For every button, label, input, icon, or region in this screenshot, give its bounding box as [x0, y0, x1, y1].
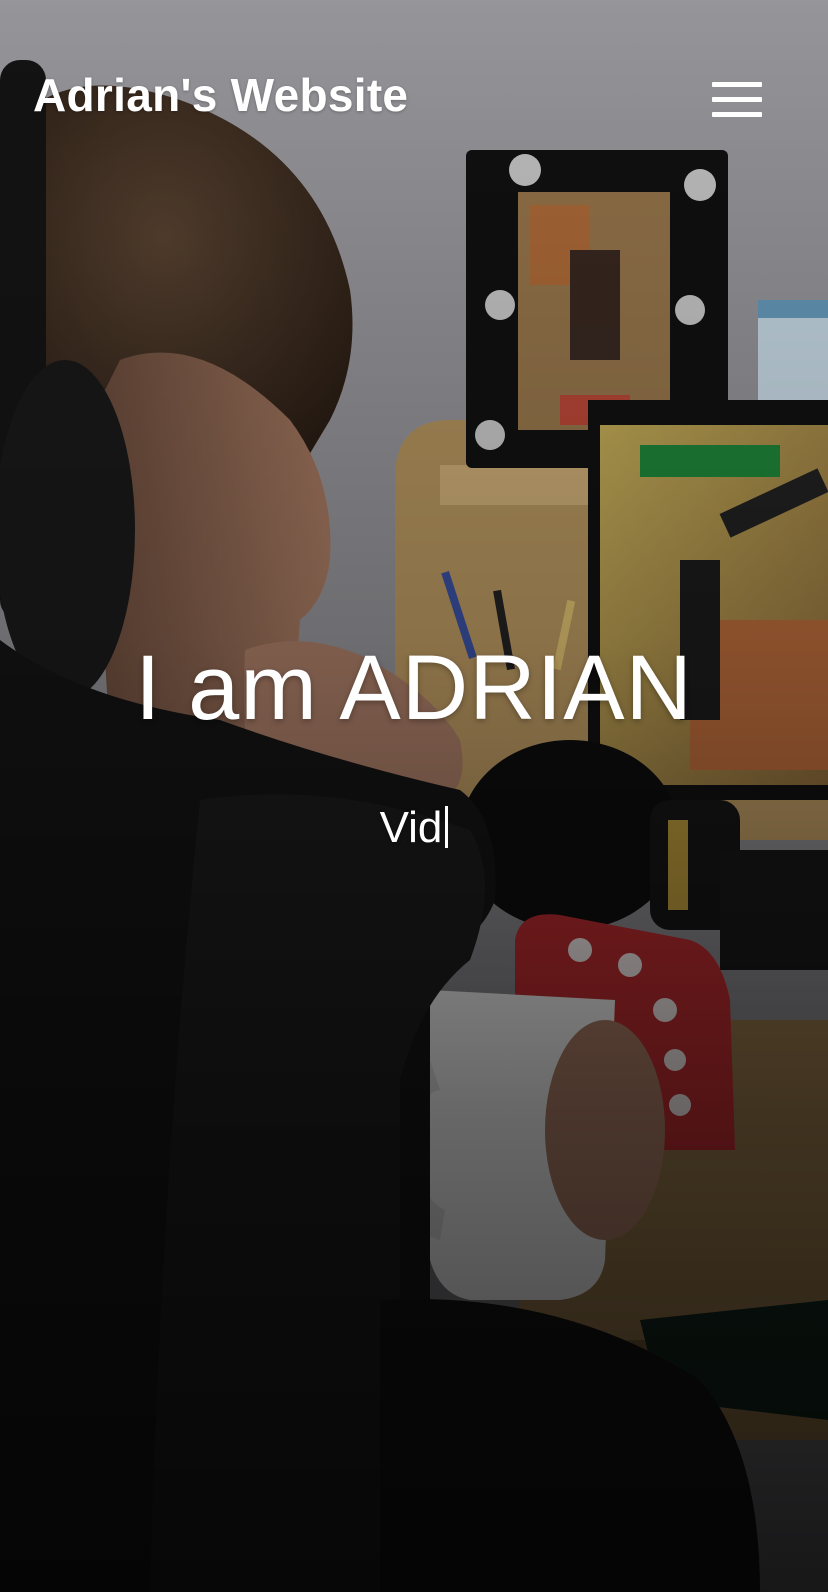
typed-text: Vid	[379, 803, 443, 852]
background-dim-overlay	[0, 0, 828, 1592]
menu-bar-middle	[712, 97, 762, 102]
menu-bar-top	[712, 82, 762, 87]
menu-bar-bottom	[712, 112, 762, 117]
hamburger-menu-icon[interactable]	[712, 82, 764, 118]
hero-heading: I am ADRIAN	[134, 637, 693, 739]
page: Adrian's Website I am ADRIAN Vid	[0, 0, 828, 1592]
typing-cursor-icon	[445, 806, 449, 848]
site-header: Adrian's Website	[0, 0, 828, 200]
hero-typed-text: Vid	[0, 806, 828, 850]
site-title[interactable]: Adrian's Website	[33, 68, 408, 122]
